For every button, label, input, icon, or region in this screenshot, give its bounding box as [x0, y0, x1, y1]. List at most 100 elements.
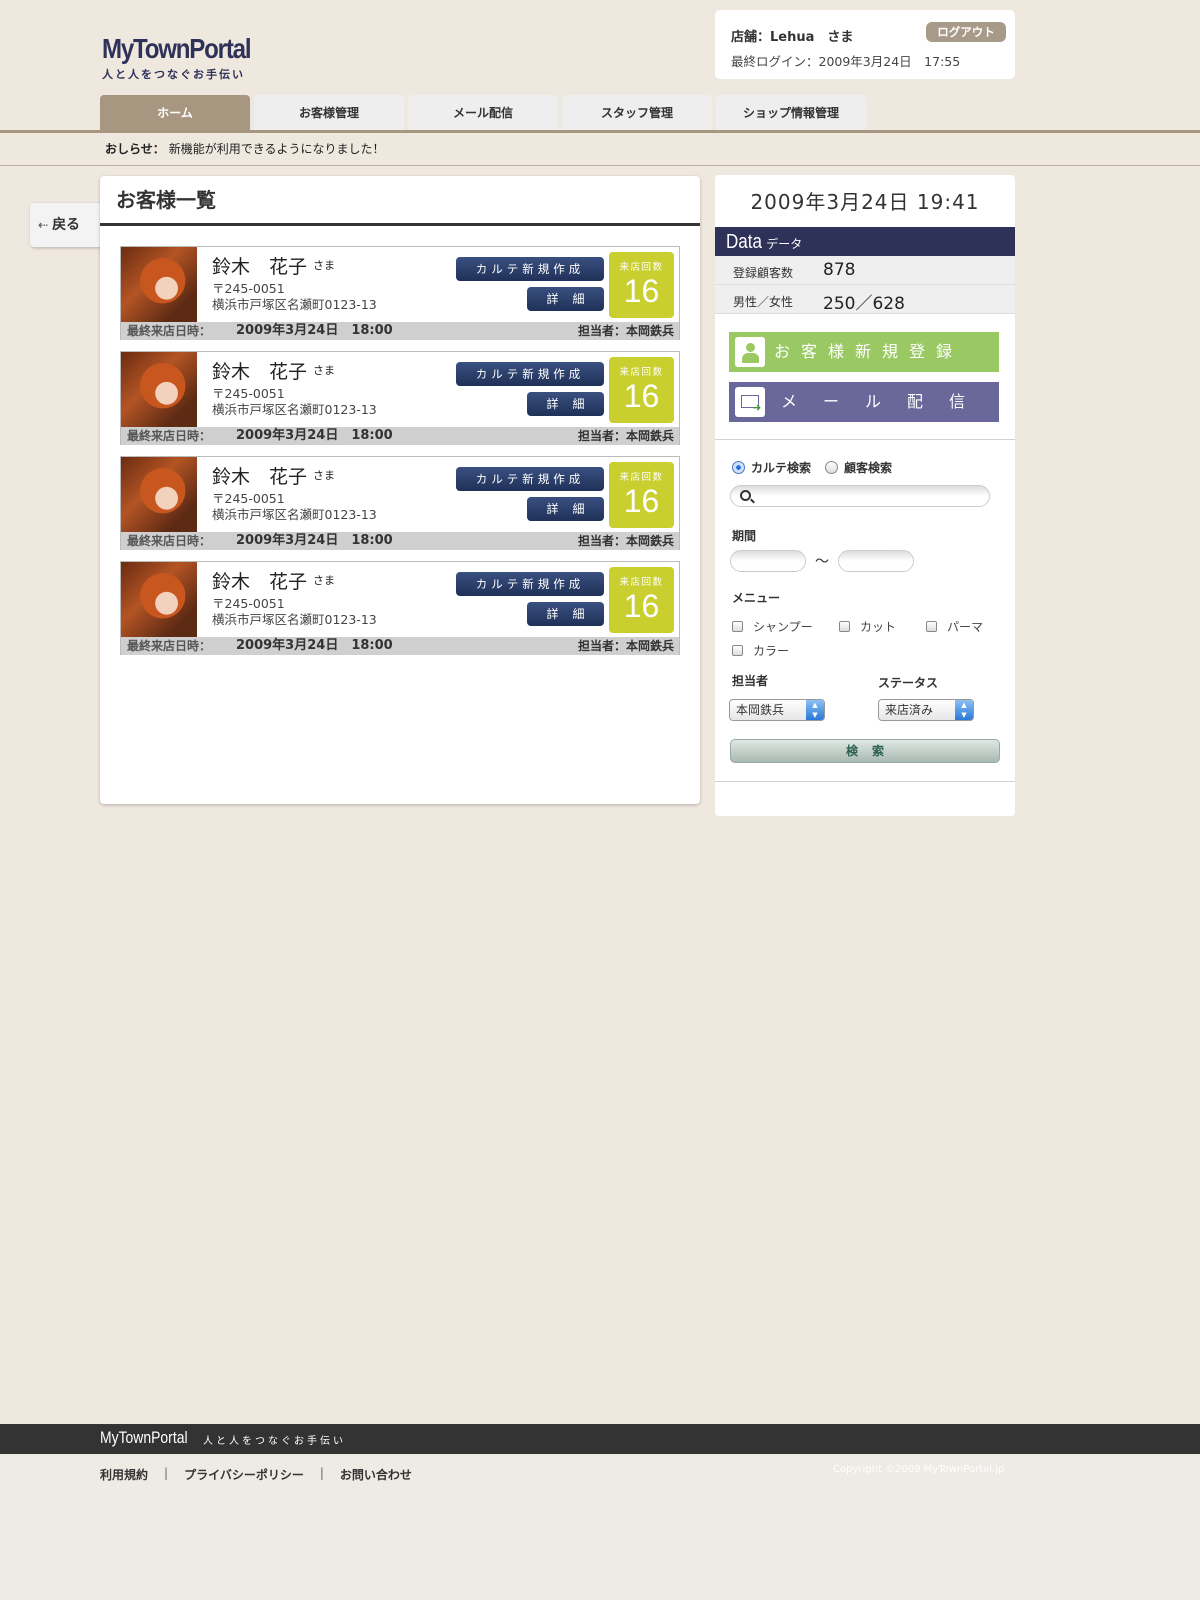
data-subtitle: データ	[766, 237, 803, 251]
mail-label: メール配信	[781, 392, 992, 411]
period-end-input[interactable]	[838, 550, 914, 572]
select-arrows-icon: ▲ ▼	[806, 700, 824, 720]
stat-value: 250／628	[823, 294, 905, 314]
new-karte-button[interactable]: カルテ新規作成	[456, 467, 604, 491]
period-start-input[interactable]	[730, 550, 806, 572]
menu-checkbox-cut[interactable]: カット	[839, 618, 896, 635]
visit-count-badge: 来店回数 16	[609, 357, 674, 423]
footer: 利用規約 | プライバシーポリシー | お問い合わせ Copyright ©20…	[0, 1454, 1200, 1600]
tab-shop-info[interactable]: ショップ情報管理	[716, 95, 866, 130]
footer-link-terms[interactable]: 利用規約	[100, 1466, 148, 1483]
visit-count-label: 来店回数	[619, 262, 664, 273]
card-footer: 最終来店日時： 2009年3月24日 18:00 担当者：本岡鉄兵	[121, 532, 679, 550]
menu-checkbox-shampoo[interactable]: シャンプー	[732, 618, 813, 635]
footer-bar: MyTownPortal 人と人をつなぐお手伝い	[0, 1424, 1200, 1454]
new-karte-button[interactable]: カルテ新規作成	[456, 257, 604, 281]
stat-total-customers: 登録顧客数 878	[715, 256, 1015, 285]
customer-photo	[121, 247, 197, 322]
envelope-icon: ➜	[735, 387, 765, 417]
staff-label: 担当者	[732, 674, 769, 688]
radio-dot-icon	[825, 461, 839, 474]
customer-name: 鈴木 花子 さま	[212, 256, 336, 278]
notice-label: おしらせ：	[105, 142, 165, 156]
search-button[interactable]: 検索	[730, 739, 1000, 763]
detail-button[interactable]: 詳細	[527, 602, 604, 626]
menu-label: メニュー	[732, 591, 781, 605]
register-customer-button[interactable]: お客様新規登録	[729, 332, 999, 372]
side-panel: 2009年3月24日 19:41 Data データ 登録顧客数 878 男性／女性…	[715, 175, 1015, 816]
search-icon	[740, 490, 751, 501]
last-visit-date: 2009年3月24日 18:00	[236, 533, 393, 548]
customer-list-panel: お客様一覧 鈴木 花子 さま 〒245-0051 横浜市戸塚区名瀬町0123-13…	[100, 176, 700, 804]
customer-name: 鈴木 花子 さま	[212, 571, 336, 593]
assigned-staff: 担当者：本岡鉄兵	[577, 534, 674, 548]
visit-count-label: 来店回数	[619, 577, 664, 588]
status-select[interactable]: 来店済み ▲ ▼	[878, 699, 974, 721]
nav-underline	[0, 130, 1200, 133]
assigned-staff: 担当者：本岡鉄兵	[577, 639, 674, 653]
customer-list: 鈴木 花子 さま 〒245-0051 横浜市戸塚区名瀬町0123-13 カルテ新規…	[120, 246, 680, 666]
register-label: お客様新規登録	[774, 342, 964, 361]
tab-customers[interactable]: お客様管理	[254, 95, 404, 130]
staff-select[interactable]: 本岡鉄兵 ▲ ▼	[729, 699, 825, 721]
tab-mail[interactable]: メール配信	[408, 95, 558, 130]
select-arrows-icon: ▲ ▼	[955, 700, 973, 720]
search-input[interactable]	[730, 485, 990, 507]
tab-home[interactable]: ホーム	[100, 95, 250, 130]
card-footer: 最終来店日時： 2009年3月24日 18:00 担当者：本岡鉄兵	[121, 637, 679, 655]
current-datetime: 2009年3月24日 19:41	[750, 190, 980, 214]
detail-button[interactable]: 詳細	[527, 287, 604, 311]
visit-count-label: 来店回数	[619, 367, 664, 378]
card-footer: 最終来店日時： 2009年3月24日 18:00 担当者：本岡鉄兵	[121, 427, 679, 445]
detail-button[interactable]: 詳細	[527, 497, 604, 521]
menu-checkbox-color[interactable]: カラー	[732, 642, 789, 659]
back-button[interactable]: ⇠ 戻る	[30, 203, 110, 247]
stat-value: 878	[823, 260, 856, 280]
user-info-box: 店舗：Lehua さま 最終ログイン：2009年3月24日 17:55 ログアウ…	[715, 10, 1015, 79]
radio-customer-search[interactable]: 顧客検索	[825, 459, 892, 476]
checkbox-icon	[732, 645, 743, 656]
customer-address: 横浜市戸塚区名瀬町0123-13	[212, 612, 377, 627]
period-label: 期間	[732, 529, 757, 543]
detail-button[interactable]: 詳細	[527, 392, 604, 416]
customer-card: 鈴木 花子 さま 〒245-0051 横浜市戸塚区名瀬町0123-13 カルテ新規…	[120, 351, 680, 445]
stat-label: 登録顧客数	[733, 266, 794, 280]
radio-karte-search[interactable]: カルテ検索	[732, 459, 811, 476]
data-header: Data データ	[715, 227, 1015, 256]
notice-divider	[0, 165, 1200, 166]
customer-card: 鈴木 花子 さま 〒245-0051 横浜市戸塚区名瀬町0123-13 カルテ新規…	[120, 456, 680, 550]
footer-separator: |	[319, 1466, 324, 1480]
back-label: 戻る	[52, 217, 81, 233]
customer-name: 鈴木 花子 さま	[212, 361, 336, 383]
customer-card: 鈴木 花子 さま 〒245-0051 横浜市戸塚区名瀬町0123-13 カルテ新規…	[120, 561, 680, 655]
copyright: Copyright ©2009 MyTownPortal.jp	[833, 1464, 1005, 1475]
logo-tagline: 人と人をつなぐお手伝い	[102, 68, 245, 81]
logout-button[interactable]: ログアウト	[926, 22, 1006, 42]
last-visit-label: 最終来店日時：	[127, 324, 212, 338]
customer-address: 横浜市戸塚区名瀬町0123-13	[212, 297, 377, 312]
back-arrow-icon: ⇠	[38, 218, 49, 232]
new-karte-button[interactable]: カルテ新規作成	[456, 362, 604, 386]
customer-name: 鈴木 花子 さま	[212, 466, 336, 488]
send-mail-button[interactable]: ➜ メール配信	[729, 382, 999, 422]
footer-links: 利用規約 | プライバシーポリシー | お問い合わせ	[100, 1466, 412, 1483]
customer-photo	[121, 457, 197, 532]
main-nav: ホーム お客様管理 メール配信 スタッフ管理 ショップ情報管理	[100, 95, 870, 130]
search-type-radios: カルテ検索 顧客検索	[732, 459, 906, 476]
status-label: ステータス	[878, 676, 939, 690]
visit-count-value: 16	[623, 378, 660, 414]
site-logo[interactable]: MyTownPortal 人と人をつなぐお手伝い	[102, 32, 274, 82]
checkbox-icon	[732, 621, 743, 632]
footer-link-privacy[interactable]: プライバシーポリシー	[184, 1466, 304, 1483]
tab-staff[interactable]: スタッフ管理	[562, 95, 712, 130]
footer-link-contact[interactable]: お問い合わせ	[340, 1466, 412, 1483]
visit-count-badge: 来店回数 16	[609, 252, 674, 318]
person-icon	[735, 337, 765, 367]
visit-count-badge: 来店回数 16	[609, 462, 674, 528]
customer-address: 横浜市戸塚区名瀬町0123-13	[212, 402, 377, 417]
staff-select-value: 本岡鉄兵	[736, 703, 785, 717]
last-visit-label: 最終来店日時：	[127, 639, 212, 653]
footer-logo[interactable]: MyTownPortal	[100, 1428, 188, 1448]
new-karte-button[interactable]: カルテ新規作成	[456, 572, 604, 596]
menu-checkbox-perm[interactable]: パーマ	[926, 618, 983, 635]
